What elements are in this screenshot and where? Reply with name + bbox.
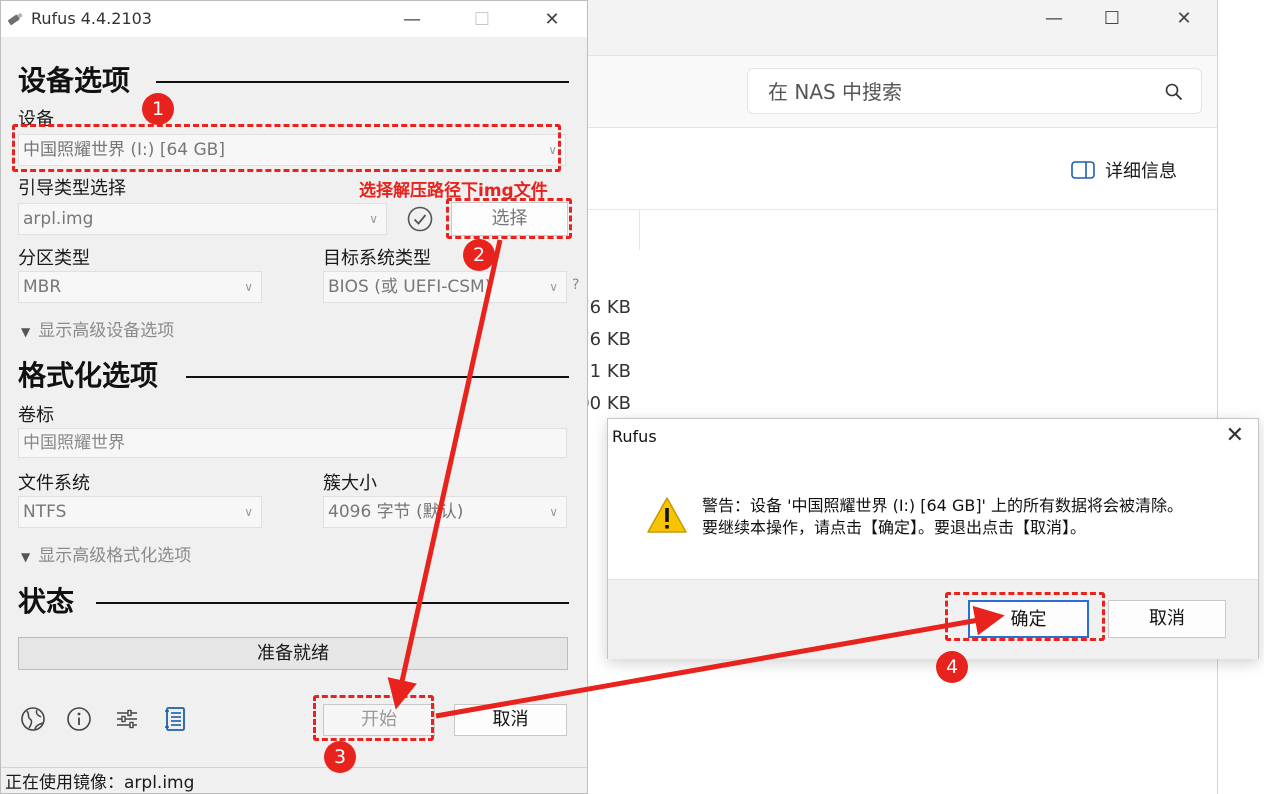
annotation-note: 选择解压路径下img文件 — [359, 181, 548, 201]
settings-sliders-icon[interactable] — [113, 705, 141, 733]
step-badge-3: 3 — [324, 741, 356, 773]
explorer-toolbar — [561, 56, 1217, 128]
chevron-down-icon: ∨ — [369, 212, 378, 226]
step-badge-1: 1 — [142, 93, 174, 125]
highlight-start-button — [313, 695, 434, 741]
explorer-command-bar: 详细信息 — [561, 128, 1217, 210]
search-input[interactable] — [768, 79, 1138, 105]
status-progress-bar: 准备就绪 — [18, 637, 568, 670]
warning-icon — [647, 497, 687, 533]
target-system-label: 目标系统类型 — [323, 248, 431, 269]
rufus-window: Rufus 4.4.2103 — ☐ ✕ 设备选项 设备 中国照耀世界 (I:)… — [0, 0, 588, 794]
explorer-close-button[interactable]: ✕ — [1169, 8, 1199, 30]
highlight-ok-button — [945, 592, 1105, 641]
chevron-down-icon: ∨ — [549, 280, 558, 294]
format-options-heading: 格式化选项 — [18, 359, 159, 392]
boot-selection-select[interactable]: arpl.img ∨ — [18, 203, 387, 235]
dialog-title: Rufus — [612, 427, 657, 446]
target-system-select[interactable]: BIOS (或 UEFI-CSM) ∨ — [323, 271, 567, 303]
search-icon[interactable] — [1165, 83, 1183, 101]
checkmark-circle-icon[interactable] — [406, 205, 434, 233]
rufus-close-button[interactable]: ✕ — [537, 9, 567, 31]
boot-selection-value: arpl.img — [23, 209, 94, 229]
boot-selection-label: 引导类型选择 — [18, 178, 126, 199]
chevron-down-icon: ▼ — [21, 550, 31, 564]
help-icon[interactable]: ? — [572, 277, 579, 293]
chevron-down-icon: ▼ — [21, 325, 31, 339]
dialog-message: 警告：设备 '中国照耀世界 (I:) [64 GB]' 上的所有数据将会被清除。… — [702, 495, 1242, 539]
details-pane-button[interactable]: 详细信息 — [1071, 158, 1177, 182]
status-heading: 状态 — [18, 585, 75, 618]
step-badge-4: 4 — [936, 651, 968, 683]
explorer-search-box[interactable] — [747, 68, 1202, 114]
advanced-device-label: 显示高级设备选项 — [38, 321, 175, 341]
log-notebook-icon[interactable] — [161, 705, 189, 733]
device-options-heading: 设备选项 — [18, 64, 131, 97]
globe-icon[interactable] — [19, 705, 47, 733]
file-system-label: 文件系统 — [18, 473, 90, 494]
section-divider — [96, 602, 569, 604]
rufus-titlebar: Rufus 4.4.2103 — ☐ ✕ — [1, 1, 587, 37]
dialog-cancel-button[interactable]: 取消 — [1108, 600, 1226, 638]
volume-label-input[interactable]: 中国照耀世界 — [18, 428, 567, 458]
cluster-size-select[interactable]: 4096 字节 (默认) ∨ — [323, 496, 567, 528]
partition-scheme-select[interactable]: MBR ∨ — [18, 271, 262, 303]
rufus-cancel-button[interactable]: 取消 — [454, 704, 567, 736]
step-badge-2: 2 — [463, 239, 495, 271]
highlight-device-select — [12, 124, 561, 172]
explorer-minimize-button[interactable]: — — [1039, 8, 1069, 30]
target-system-value: BIOS (或 UEFI-CSM) — [328, 277, 492, 297]
chevron-down-icon: ∨ — [549, 505, 558, 519]
explorer-maximize-button[interactable]: ☐ — [1097, 8, 1127, 30]
chevron-down-icon: ∨ — [244, 280, 253, 294]
dialog-message-line2: 要继续本操作，请点击【确定】。要退出点击【取消】。 — [702, 518, 1087, 537]
file-explorer-window: — ☐ ✕ 详细信息 76 KB 76 KB 1 KB 00 KB — [560, 0, 1218, 794]
dialog-close-button[interactable]: ✕ — [1226, 423, 1244, 448]
file-system-value: NTFS — [23, 502, 67, 522]
rufus-title: Rufus 4.4.2103 — [31, 9, 152, 28]
usb-drive-icon — [7, 12, 23, 26]
column-separator — [639, 210, 640, 250]
chevron-down-icon: ∨ — [244, 505, 253, 519]
dialog-message-line1: 警告：设备 '中国照耀世界 (I:) [64 GB]' 上的所有数据将会被清除。 — [702, 496, 1184, 515]
partition-scheme-label: 分区类型 — [18, 248, 90, 269]
cluster-size-value: 4096 字节 (默认) — [328, 502, 464, 522]
explorer-titlebar: — ☐ ✕ — [561, 0, 1217, 56]
advanced-format-label: 显示高级格式化选项 — [38, 546, 192, 566]
rufus-minimize-button[interactable]: — — [397, 9, 427, 31]
show-advanced-format-options[interactable]: ▼ 显示高级格式化选项 — [21, 541, 191, 566]
partition-scheme-value: MBR — [23, 277, 62, 297]
details-pane-label: 详细信息 — [1105, 161, 1177, 182]
section-divider — [156, 81, 569, 83]
warning-dialog: Rufus ✕ 警告：设备 '中国照耀世界 (I:) [64 GB]' 上的所有… — [607, 418, 1259, 659]
rufus-maximize-button: ☐ — [473, 9, 491, 30]
highlight-select-button — [446, 198, 572, 239]
cluster-size-label: 簇大小 — [323, 473, 377, 494]
details-pane-icon — [1071, 161, 1095, 179]
section-divider — [186, 376, 569, 378]
dialog-footer: 确定 取消 — [608, 579, 1258, 659]
volume-label-label: 卷标 — [18, 405, 54, 426]
show-advanced-device-options[interactable]: ▼ 显示高级设备选项 — [21, 316, 174, 341]
status-bar: 正在使用镜像：arpl.img — [1, 767, 587, 794]
info-icon[interactable] — [65, 705, 93, 733]
file-system-select[interactable]: NTFS ∨ — [18, 496, 262, 528]
